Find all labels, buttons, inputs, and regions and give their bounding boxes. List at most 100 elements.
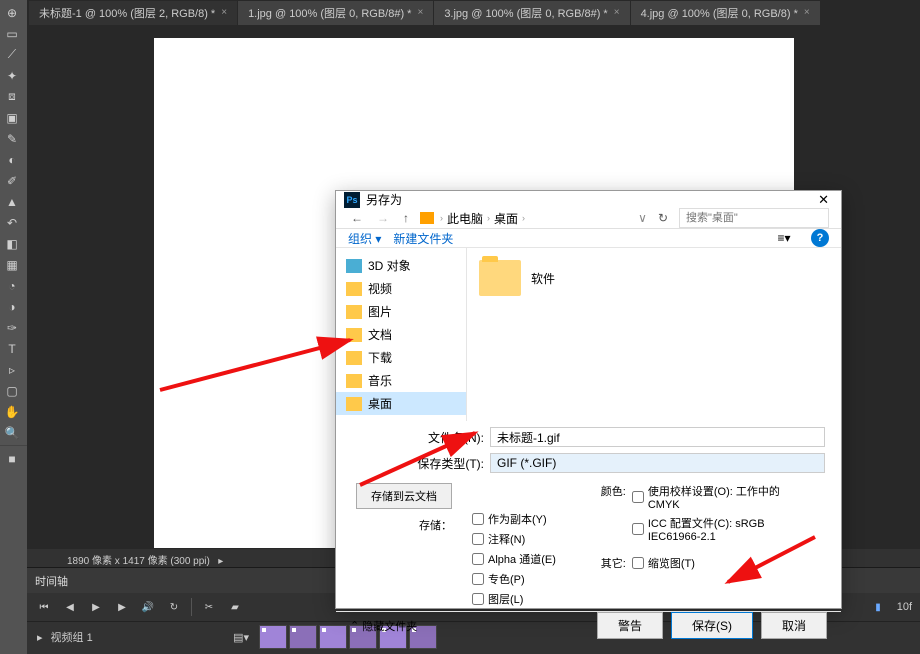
organize-link[interactable]: 组织 ▾ [348,230,381,247]
fps-label: 10f [897,601,912,613]
alpha-check[interactable]: Alpha 通道(E) [472,551,556,567]
frame-tool[interactable]: ▣ [0,107,24,128]
folder-icon [346,305,362,319]
prev-frame-button[interactable]: ◀ [61,598,79,616]
sidebar-item-video[interactable]: 视频 [336,277,466,300]
save-copy-check[interactable]: 作为副本(Y) [472,511,556,527]
tab-1jpg[interactable]: 1.jpg @ 100% (图层 0, RGB/8#) *× [238,1,433,25]
shape-tool[interactable]: ▢ [0,380,24,401]
folder-icon [479,260,521,296]
pen-tool[interactable]: ✑ [0,317,24,338]
view-mode-button[interactable]: ≡▾ [775,229,793,247]
cancel-button[interactable]: 取消 [761,612,827,639]
icc-check[interactable]: ICC 配置文件(C): sRGB IEC61966-2.1 [632,515,802,543]
file-area[interactable]: 软件 [466,248,841,421]
loop-button[interactable]: ↻ [165,598,183,616]
eyedrop-tool[interactable]: ✎ [0,128,24,149]
cut-button[interactable]: ✂ [200,598,218,616]
sidebar-item-3d[interactable]: 3D 对象 [336,254,466,277]
move-tool[interactable]: ⊕ [0,2,24,23]
dialog-footer: ⌃ 隐藏文件夹 警告 保存(S) 取消 [336,611,841,639]
sidebar-item-music[interactable]: 音乐 [336,369,466,392]
object-icon [346,259,362,273]
up-button[interactable]: ↑ [400,211,412,225]
sidebar-item-pictures[interactable]: 图片 [336,300,466,323]
history-brush-tool[interactable]: ↶ [0,212,24,233]
dialog-toolbar: 组织 ▾ 新建文件夹 ≡▾ ? [336,229,841,248]
next-frame-button[interactable]: ▶ [113,598,131,616]
dialog-titlebar: Ps 另存为 ✕ [336,191,841,208]
gradient-tool[interactable]: ▦ [0,254,24,275]
dialog-options: 存储到云文档 存储： 作为副本(Y) 注释(N) Alpha 通道(E) 专色(… [336,479,841,611]
dialog-nav: ← → ↑ › 此电脑 › 桌面 › ∨ ↻ [336,208,841,229]
folder-item[interactable]: 软件 [479,260,555,296]
left-toolbar: ⊕ ▭ ⟋ ✦ ⧈ ▣ ✎ ◐ ✐ ▲ ↶ ◧ ▦ ◔ ◑ ✑ T ▹ ▢ ✋ … [0,0,27,654]
back-button[interactable]: ← [348,211,366,225]
zoom-tool[interactable]: 🔍 [0,422,24,443]
wand-tool[interactable]: ✦ [0,65,24,86]
tab-3jpg[interactable]: 3.jpg @ 100% (图层 0, RGB/8#) *× [434,1,629,25]
tab-4jpg[interactable]: 4.jpg @ 100% (图层 0, RGB/8) *× [631,1,820,25]
save-cloud-button[interactable]: 存储到云文档 [356,483,452,509]
refresh-button[interactable]: ↻ [655,211,671,225]
spot-check[interactable]: 专色(P) [472,571,556,587]
filetype-label: 保存类型(T): [416,455,484,472]
color-swatch[interactable]: ■ [0,448,24,469]
filename-input[interactable] [490,427,825,447]
warning-button[interactable]: 警告 [597,612,663,639]
thumb-check[interactable]: 缩览图(T) [632,555,695,571]
new-folder-link[interactable]: 新建文件夹 [393,230,453,247]
help-icon[interactable]: ? [811,229,829,247]
sidebar-item-documents[interactable]: 文档 [336,323,466,346]
save-button[interactable]: 保存(S) [671,612,753,639]
transition-button[interactable]: ▰ [226,598,244,616]
crop-tool[interactable]: ⧈ [0,86,24,107]
dialog-fields: 文件名(N): 保存类型(T): [336,421,841,479]
folder-icon [346,374,362,388]
save-label: 存储： [419,517,452,533]
folder-icon [420,212,434,224]
path-tool[interactable]: ▹ [0,359,24,380]
frame-thumb[interactable] [289,625,317,649]
type-tool[interactable]: T [0,338,24,359]
notes-check[interactable]: 注释(N) [472,531,556,547]
close-icon[interactable]: × [614,7,620,18]
color-label: 颜色: [596,483,626,511]
brush-tool[interactable]: ✐ [0,170,24,191]
dialog-body: 3D 对象 视频 图片 文档 下载 音乐 桌面 软件 [336,248,841,421]
heal-tool[interactable]: ◐ [0,149,24,170]
document-tabs: 未标题-1 @ 100% (图层 2, RGB/8) *× 1.jpg @ 10… [27,0,920,25]
eraser-tool[interactable]: ◧ [0,233,24,254]
close-icon[interactable]: × [221,7,227,18]
sidebar-item-downloads[interactable]: 下载 [336,346,466,369]
breadcrumb[interactable]: › 此电脑 › 桌面 › [420,210,630,227]
frame-thumb[interactable] [259,625,287,649]
stamp-tool[interactable]: ▲ [0,191,24,212]
proof-check[interactable]: 使用校样设置(O): 工作中的 CMYK [632,483,802,511]
first-frame-button[interactable]: ⏮ [35,598,53,616]
search-input[interactable] [679,208,829,228]
dodge-tool[interactable]: ◑ [0,296,24,317]
ps-icon: Ps [344,192,360,208]
hide-folders-link[interactable]: ⌃ 隐藏文件夹 [350,618,417,634]
filename-label: 文件名(N): [416,429,484,446]
sidebar-item-desktop[interactable]: 桌面 [336,392,466,415]
video-track[interactable]: ▸视频组 1 ▤▾ [27,625,259,649]
folder-icon [346,397,362,411]
filetype-select[interactable] [490,453,825,473]
audio-button[interactable]: 🔊 [139,598,157,616]
marquee-tool[interactable]: ▭ [0,23,24,44]
play-button[interactable]: ▶ [87,598,105,616]
folder-icon [346,282,362,296]
forward-button[interactable]: → [374,211,392,225]
tab-untitled[interactable]: 未标题-1 @ 100% (图层 2, RGB/8) *× [29,1,237,25]
close-icon[interactable]: × [417,7,423,18]
folder-icon [346,328,362,342]
close-icon[interactable]: × [804,7,810,18]
layers-check[interactable]: 图层(L) [472,591,556,607]
lasso-tool[interactable]: ⟋ [0,44,24,65]
filmstrip-icon[interactable]: ▤▾ [233,631,249,644]
hand-tool[interactable]: ✋ [0,401,24,422]
close-button[interactable]: ✕ [814,192,833,208]
blur-tool[interactable]: ◔ [0,275,24,296]
